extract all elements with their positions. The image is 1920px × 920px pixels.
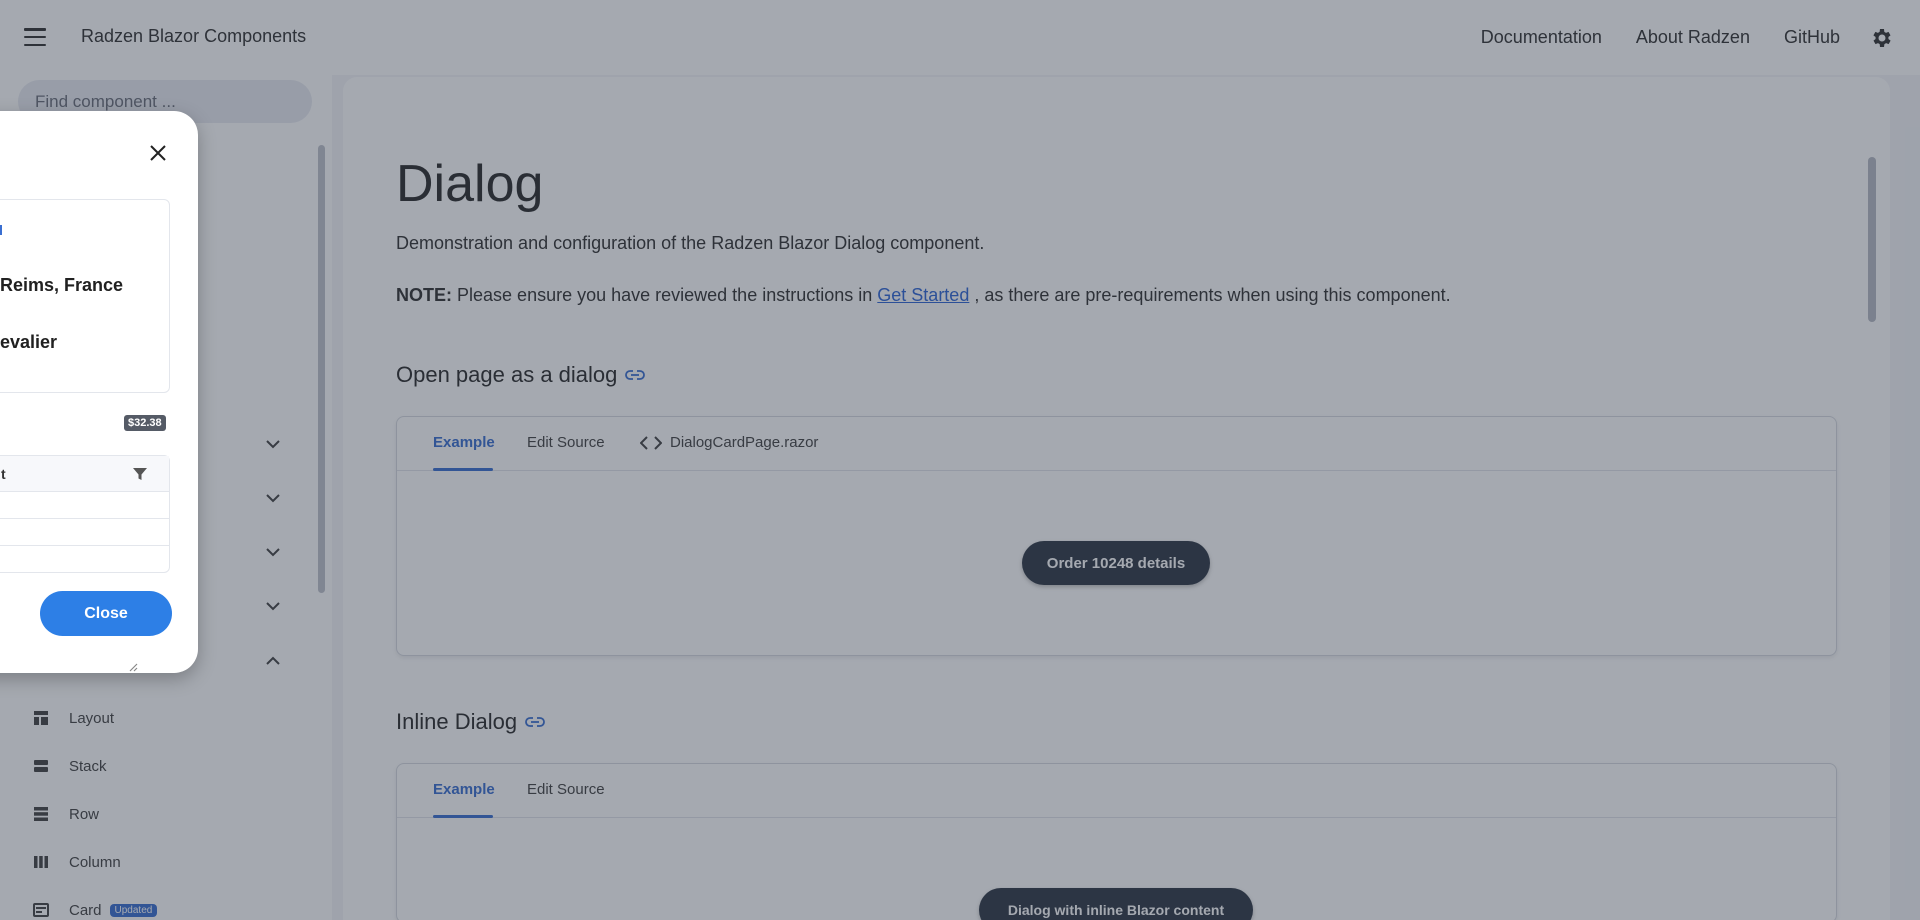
order-details-grid: t	[0, 455, 170, 573]
grid-column-header: t	[1, 466, 6, 482]
modal-overlay[interactable]	[0, 0, 1920, 920]
accent-mark	[0, 225, 2, 235]
table-row[interactable]	[0, 519, 169, 546]
customer-name-text: evalier	[0, 332, 58, 352]
filter-icon[interactable]	[132, 466, 148, 482]
table-row[interactable]	[0, 546, 169, 573]
resize-handle-icon[interactable]	[128, 659, 138, 672]
table-row[interactable]	[0, 492, 169, 519]
grid-header: t	[0, 456, 169, 492]
close-button[interactable]: Close	[40, 591, 172, 636]
ship-city-text: Reims, France	[0, 275, 124, 295]
price-badge: $32.38	[124, 415, 166, 431]
order-info-card	[0, 199, 170, 393]
order-dialog: Reims, France evalier $32.38 t Close	[0, 111, 198, 673]
close-icon[interactable]	[146, 141, 170, 165]
